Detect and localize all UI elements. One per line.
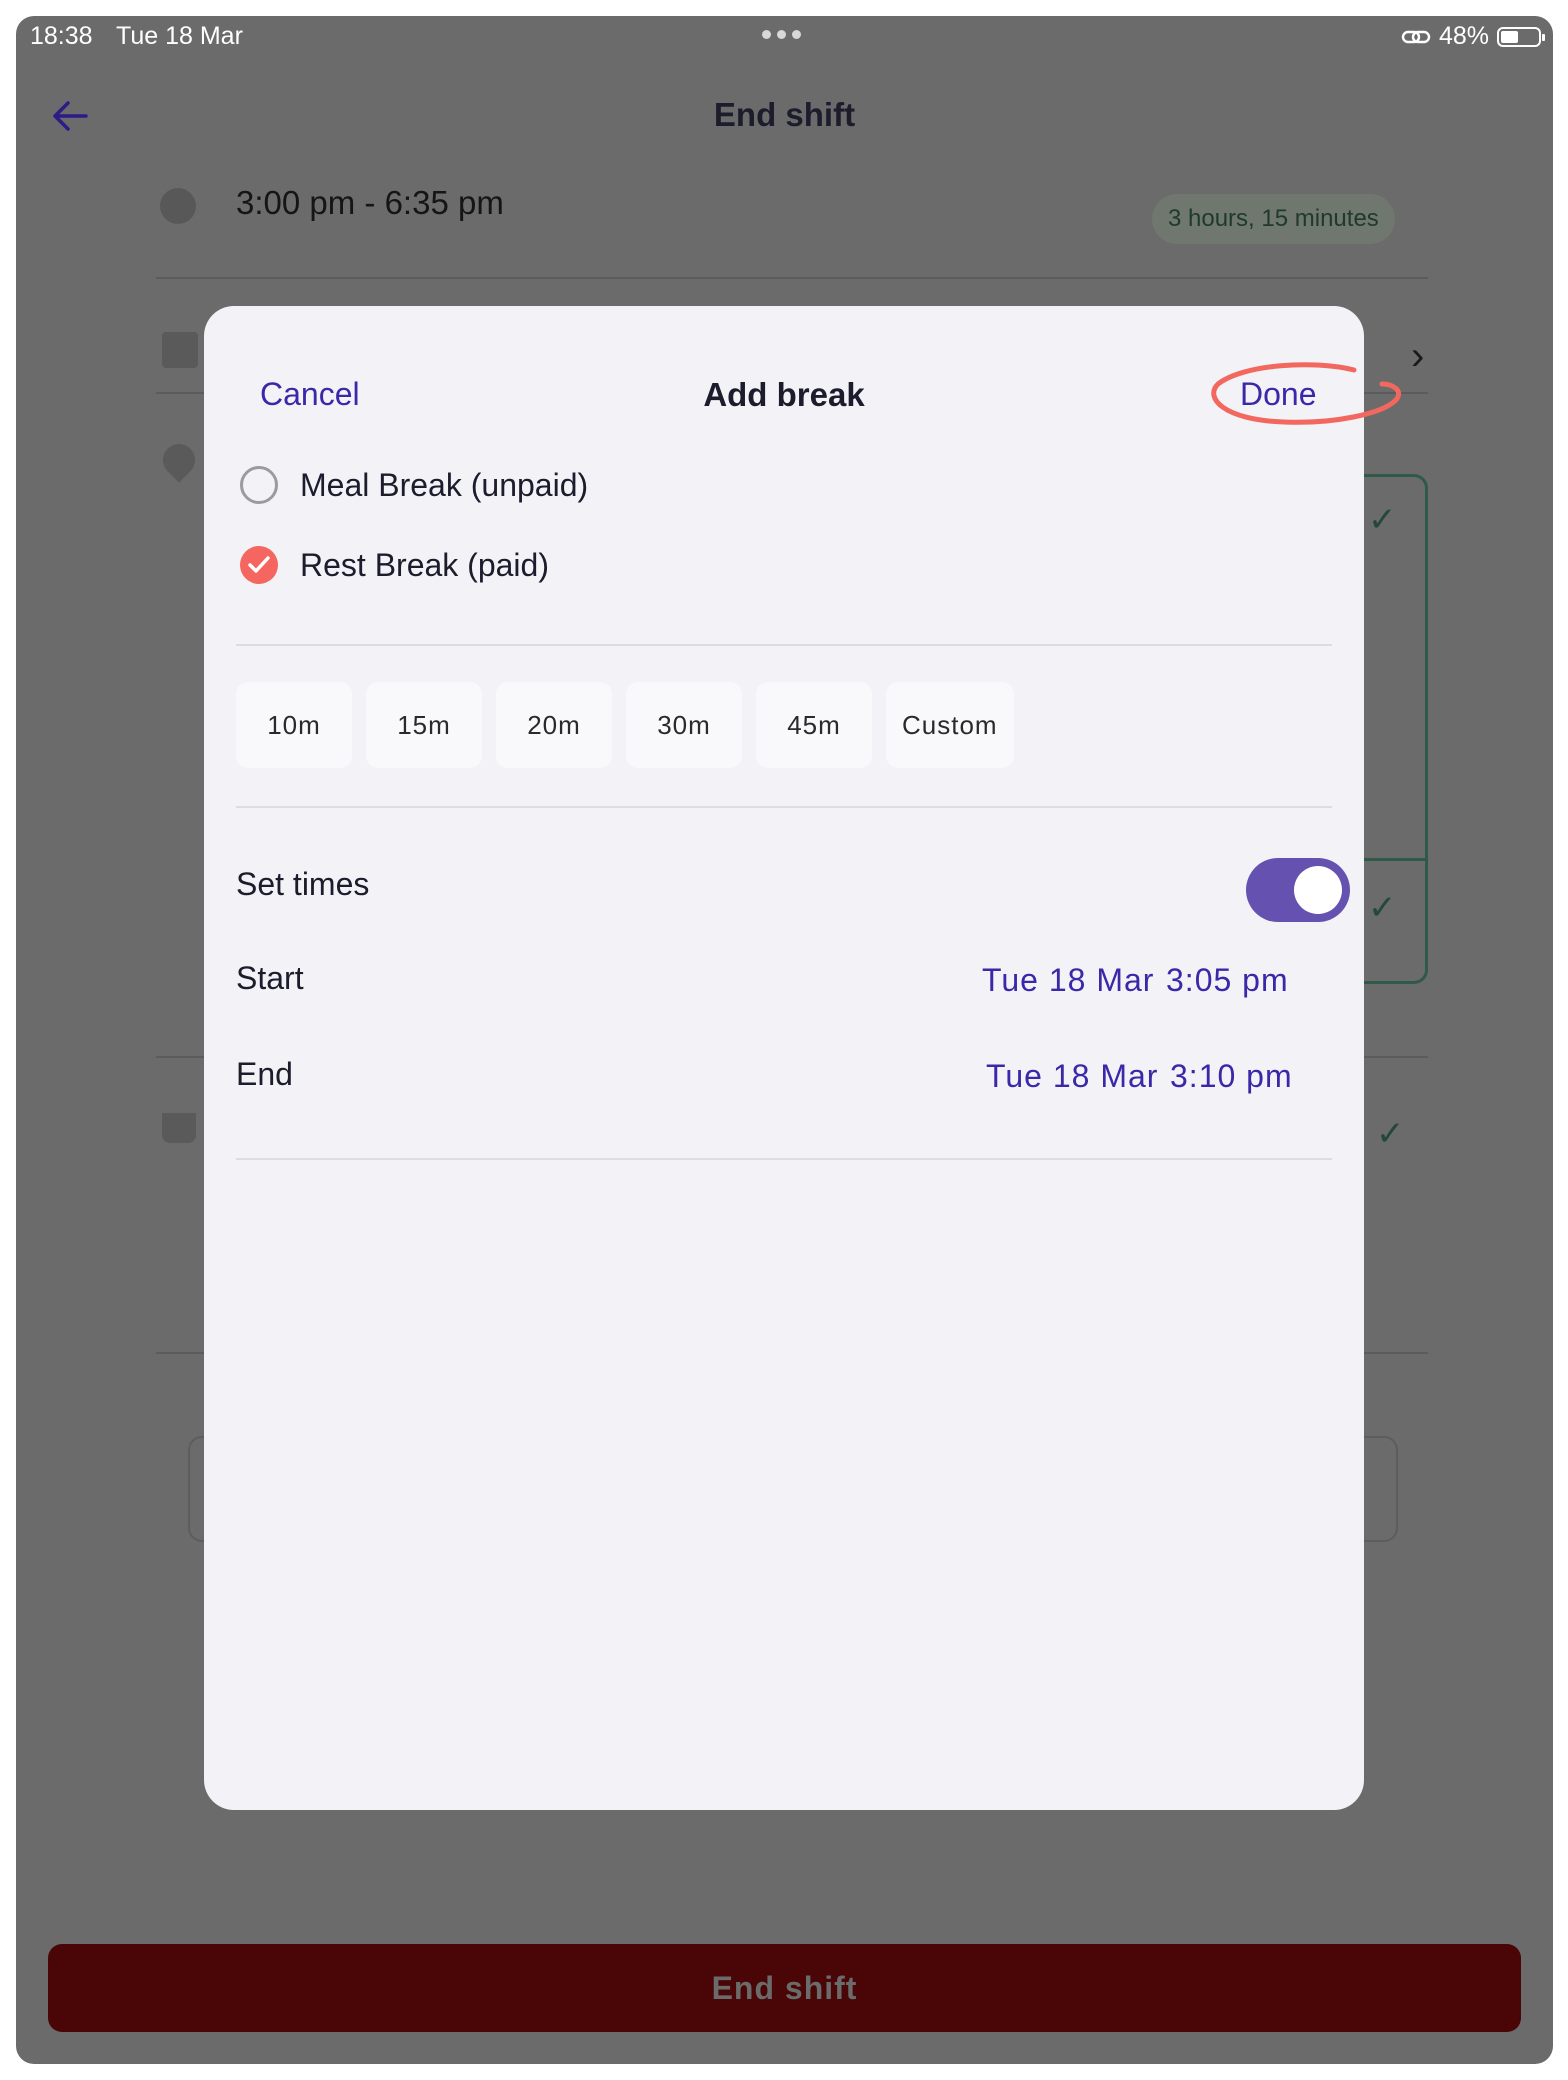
duration-chips: 10m 15m 20m 30m 45m Custom bbox=[236, 682, 1014, 768]
store-icon bbox=[162, 332, 198, 368]
divider bbox=[236, 644, 1332, 646]
coffee-cup-icon bbox=[162, 1113, 196, 1143]
divider bbox=[236, 806, 1332, 808]
radio-unchecked-icon[interactable] bbox=[240, 466, 278, 504]
status-bar: 18:38 Tue 18 Mar 48% bbox=[16, 16, 1553, 70]
start-label: Start bbox=[236, 960, 304, 996]
shift-time: 3:00 pm - 6:35 pm bbox=[236, 184, 504, 221]
multitasking-dots-icon[interactable] bbox=[762, 30, 801, 39]
duration-chip-30m[interactable]: 30m bbox=[626, 682, 742, 768]
end-time[interactable]: 3:10 pm bbox=[1170, 1058, 1293, 1095]
rest-break-label: Rest Break (paid) bbox=[300, 546, 549, 583]
duration-chip-custom[interactable]: Custom bbox=[886, 682, 1014, 768]
start-date[interactable]: Tue 18 Mar bbox=[982, 962, 1154, 999]
start-time[interactable]: 3:05 pm bbox=[1166, 962, 1289, 999]
battery-percent: 48% bbox=[1438, 22, 1489, 50]
clock-icon bbox=[160, 188, 196, 224]
duration-chip-15m[interactable]: 15m bbox=[366, 682, 482, 768]
end-shift-button[interactable]: End shift bbox=[48, 1944, 1521, 2032]
duration-chip-45m[interactable]: 45m bbox=[756, 682, 872, 768]
duration-badge: 3 hours, 15 minutes bbox=[1152, 194, 1395, 244]
link-icon bbox=[1401, 30, 1431, 43]
divider bbox=[156, 277, 1428, 279]
divider bbox=[236, 1158, 1332, 1160]
add-break-modal: Cancel Add break Done Meal Break (unpaid… bbox=[204, 306, 1402, 1810]
check-icon: ✓ bbox=[1368, 889, 1397, 927]
check-icon: ✓ bbox=[1368, 501, 1397, 539]
end-date[interactable]: Tue 18 Mar bbox=[986, 1058, 1158, 1095]
page-title: End shift bbox=[713, 96, 856, 133]
set-times-toggle[interactable] bbox=[1246, 858, 1350, 922]
chevron-right-icon[interactable]: › bbox=[1411, 334, 1424, 379]
done-button[interactable]: Done bbox=[1240, 376, 1317, 413]
meal-break-option[interactable]: Meal Break (unpaid) bbox=[240, 466, 588, 504]
location-pin-icon bbox=[156, 437, 202, 483]
status-time: 18:38 bbox=[30, 22, 93, 50]
status-date: Tue 18 Mar bbox=[116, 22, 243, 50]
rest-break-option[interactable]: Rest Break (paid) bbox=[240, 546, 549, 584]
toggle-knob bbox=[1294, 866, 1342, 914]
duration-chip-10m[interactable]: 10m bbox=[236, 682, 352, 768]
check-icon: ✓ bbox=[1376, 1115, 1405, 1153]
battery-icon bbox=[1497, 26, 1545, 47]
meal-break-label: Meal Break (unpaid) bbox=[300, 466, 589, 503]
set-times-label: Set times bbox=[236, 866, 370, 902]
end-label: End bbox=[236, 1056, 293, 1092]
device-frame: 18:38 Tue 18 Mar 48% End shift 3:00 pm -… bbox=[16, 16, 1553, 2064]
radio-checked-icon[interactable] bbox=[240, 546, 278, 584]
status-right: 48% bbox=[1401, 22, 1545, 51]
background-card-divider bbox=[1356, 858, 1428, 861]
duration-chip-20m[interactable]: 20m bbox=[496, 682, 612, 768]
modal-title: Add break bbox=[703, 376, 865, 413]
